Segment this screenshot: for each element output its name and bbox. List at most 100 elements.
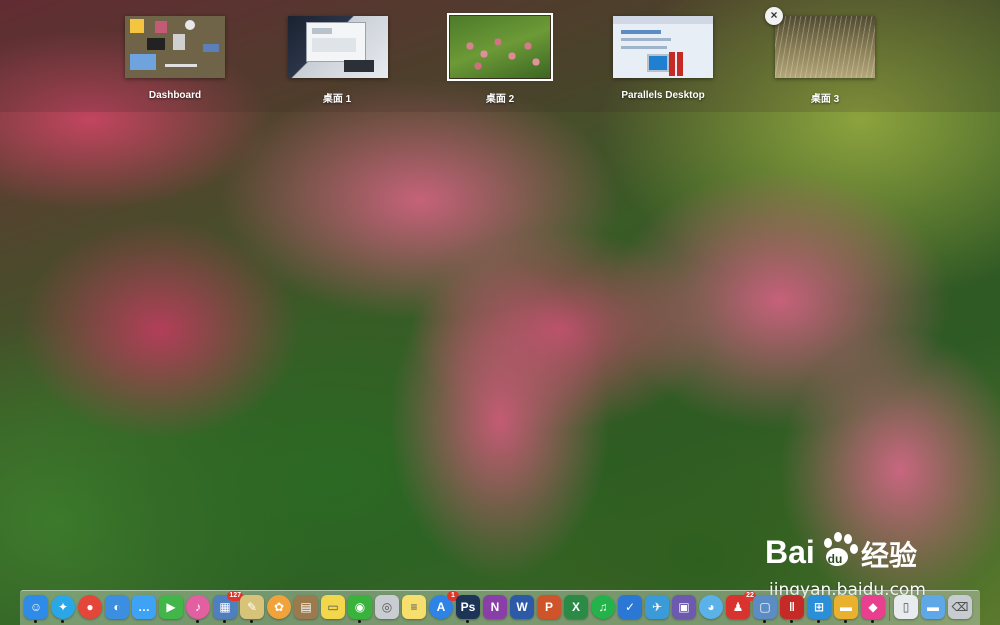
- space-thumbnail-desktop-3[interactable]: [775, 16, 875, 78]
- app-store-glyph: A: [436, 600, 446, 614]
- svg-text:经验: 经验: [861, 539, 917, 572]
- trash-icon[interactable]: ⌫: [948, 595, 972, 619]
- qq-browser-icon[interactable]: ◐: [105, 595, 129, 619]
- powerpoint-icon[interactable]: P: [537, 595, 561, 619]
- notebook-icon[interactable]: ▤: [294, 595, 318, 619]
- messages-glyph: …: [138, 600, 150, 614]
- finder-icon[interactable]: ☺: [24, 595, 48, 623]
- space-thumbnail-desktop-1[interactable]: [288, 16, 388, 78]
- stickies-glyph: ▭: [327, 600, 339, 614]
- screen-sharing-glyph: ▢: [759, 600, 771, 614]
- running-indicator: [763, 620, 766, 623]
- space-label-parallels: Parallels Desktop: [621, 90, 705, 101]
- word-glyph: W: [516, 600, 528, 614]
- document-glyph: ▯: [902, 600, 910, 614]
- space-thumbnail-dashboard[interactable]: [125, 16, 225, 78]
- dock: ☺ ✦ ● ◐ … ▶ ♪ ▦ 127 ✎ ✿ ▤ ▭ ◉ ◎ ≡ A 1 Ps N W P X ♫ ✓ ✈ ▣ ◕ ♟ 22 ▢ ‖ ⊞ ▬ ◆ ▯…: [20, 590, 980, 625]
- folder-windows-icon[interactable]: ▬: [834, 595, 858, 623]
- app-store-icon[interactable]: A1: [429, 591, 459, 619]
- screen-sharing-icon[interactable]: ▢: [753, 595, 777, 623]
- transmit-glyph: ▣: [678, 600, 690, 614]
- notebook-glyph: ▤: [300, 600, 312, 614]
- facetime-glyph: ▶: [166, 600, 176, 614]
- facetime-icon[interactable]: ▶: [159, 595, 183, 619]
- wechat-glyph: ◉: [354, 600, 366, 614]
- powerpoint-glyph: P: [544, 600, 553, 614]
- qq-browser-glyph: ◐: [113, 600, 121, 614]
- folder-windows-glyph: ▬: [840, 600, 852, 614]
- svg-text:Bai: Bai: [765, 534, 815, 570]
- document-icon[interactable]: ▯: [894, 595, 918, 619]
- word-icon[interactable]: W: [510, 595, 534, 619]
- photos-glyph: ✿: [273, 600, 285, 614]
- spaces-bar: Dashboard 桌面 1 桌面 2 Parallels Desktop × …: [0, 0, 1000, 112]
- running-indicator: [817, 620, 820, 623]
- close-space-button[interactable]: ×: [765, 7, 783, 25]
- trash-glyph: ⌫: [951, 600, 969, 614]
- qq-glyph: ♟: [732, 600, 744, 614]
- transmit-icon[interactable]: ▣: [672, 595, 696, 619]
- dock-separator: [889, 597, 890, 621]
- finder-glyph: ☺: [29, 600, 43, 614]
- parallels-icon[interactable]: ‖: [780, 595, 804, 623]
- itunes-glyph: ♪: [195, 600, 201, 614]
- qq-music-icon[interactable]: ♫: [591, 595, 615, 619]
- running-indicator: [61, 620, 64, 623]
- photoshop-icon[interactable]: Ps: [456, 595, 480, 623]
- space-label-desktop-3: 桌面 3: [810, 94, 840, 105]
- qq-icon[interactable]: ♟ 22: [726, 591, 756, 619]
- excel-icon[interactable]: X: [564, 595, 588, 619]
- notes-icon[interactable]: ≡: [402, 595, 426, 619]
- running-indicator: [844, 620, 847, 623]
- baidu-jingyan-logo: Bai du 经验: [765, 532, 917, 572]
- onenote-icon[interactable]: N: [483, 595, 507, 619]
- folder-icon[interactable]: ▬: [921, 595, 945, 619]
- onenote-glyph: N: [490, 600, 500, 614]
- chrome-icon[interactable]: ●: [78, 595, 102, 619]
- color-picker-icon[interactable]: ◆: [861, 595, 885, 623]
- airmail-glyph: ✈: [651, 600, 663, 614]
- running-indicator: [34, 620, 37, 623]
- safari-glyph: ✦: [57, 600, 69, 614]
- tweetbot-glyph: ◕: [707, 600, 715, 614]
- notes-glyph: ≡: [410, 600, 418, 614]
- itunes-icon[interactable]: ♪: [186, 595, 210, 623]
- svg-text:du: du: [828, 552, 843, 566]
- wechat-icon[interactable]: ◉: [348, 595, 372, 623]
- parallels-glyph: ‖: [789, 600, 795, 614]
- tweetbot-icon[interactable]: ◕: [699, 595, 723, 619]
- running-indicator: [871, 620, 874, 623]
- preview-icon[interactable]: ▦ 127: [213, 591, 243, 623]
- photoshop-glyph: Ps: [460, 600, 476, 614]
- safari-icon[interactable]: ✦: [51, 595, 75, 623]
- space-label-desktop-1: 桌面 1: [322, 94, 352, 105]
- windows-glyph: ⊞: [813, 600, 825, 614]
- text-edit-glyph: ✎: [246, 600, 258, 614]
- messages-icon[interactable]: …: [132, 595, 156, 619]
- airmail-icon[interactable]: ✈: [645, 595, 669, 619]
- shield-glyph: ✓: [624, 600, 636, 614]
- color-picker-glyph: ◆: [868, 600, 878, 614]
- space-thumbnail-parallels[interactable]: [613, 16, 713, 78]
- space-label-desktop-2: 桌面 2: [485, 94, 515, 105]
- preview-glyph: ▦: [219, 600, 231, 614]
- stickies-icon[interactable]: ▭: [321, 595, 345, 619]
- text-edit-icon[interactable]: ✎: [240, 595, 264, 623]
- running-indicator: [250, 620, 253, 623]
- running-indicator: [358, 620, 361, 623]
- baidu-jingyan-watermark: Bai du 经验 jingyan.baidu.com: [765, 515, 965, 600]
- running-indicator: [790, 620, 793, 623]
- photos-icon[interactable]: ✿: [267, 595, 291, 619]
- running-indicator: [196, 620, 199, 623]
- running-indicator: [223, 620, 226, 623]
- chrome-glyph: ●: [86, 600, 94, 614]
- windows-icon[interactable]: ⊞: [807, 595, 831, 623]
- space-label-dashboard: Dashboard: [148, 90, 202, 101]
- preview-doc-glyph: ◎: [381, 600, 393, 614]
- excel-glyph: X: [571, 600, 580, 614]
- space-thumbnail-desktop-2[interactable]: [447, 13, 553, 81]
- folder-glyph: ▬: [927, 600, 939, 614]
- running-indicator: [466, 620, 469, 623]
- preview-doc-icon[interactable]: ◎: [375, 595, 399, 619]
- shield-icon[interactable]: ✓: [618, 595, 642, 619]
